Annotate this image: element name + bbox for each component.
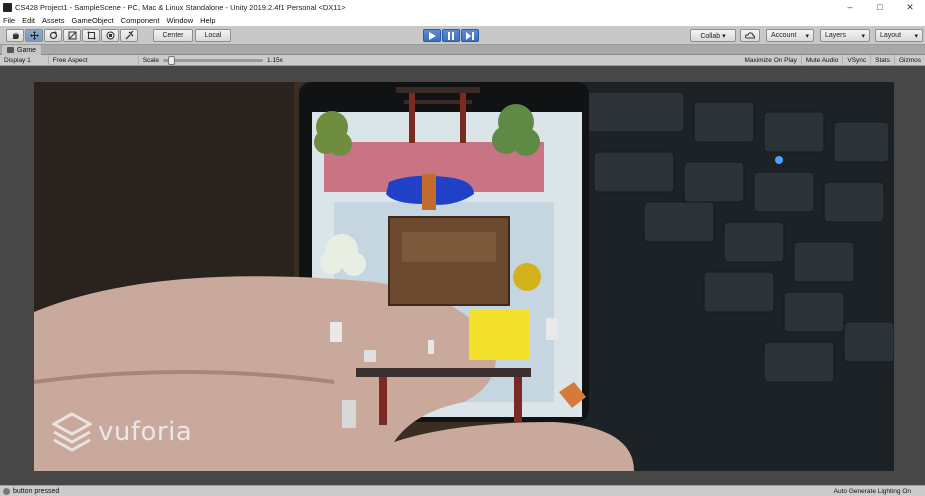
menu-window[interactable]: Window — [166, 16, 193, 25]
scale-slider-knob[interactable] — [167, 55, 175, 65]
stone-lantern-bottom — [342, 400, 356, 428]
keyboard-led — [775, 156, 783, 164]
tab-game[interactable]: Game — [2, 45, 42, 55]
vsync-label: VSync — [847, 56, 867, 64]
move-icon — [29, 31, 39, 40]
yellow-bird — [513, 263, 541, 291]
pause-button[interactable] — [442, 29, 460, 42]
cloud-icon — [745, 32, 755, 39]
layout-dropdown[interactable]: Layout ▾ — [875, 29, 923, 42]
space-label: Local — [204, 32, 222, 39]
stats-toggle[interactable]: Stats — [871, 54, 895, 66]
account-label: Account — [771, 32, 797, 39]
game-tab-bar: Game — [0, 45, 925, 55]
close-button[interactable]: ✕ — [895, 0, 925, 14]
window-titlebar: CS428 Project1 - SampleScene - PC, Mac &… — [0, 0, 925, 14]
main-toolbar: Center Local Collab ▾ Account ▾ Layers ▾… — [0, 26, 925, 45]
platform-detail — [402, 232, 496, 262]
rect-tool-icon — [87, 31, 95, 40]
vuforia-logo-icon — [52, 412, 92, 452]
transform-tool-button[interactable] — [101, 29, 119, 42]
layers-dropdown[interactable]: Layers ▾ — [820, 29, 870, 42]
cloud-button[interactable] — [740, 29, 760, 42]
menu-component[interactable]: Component — [121, 16, 160, 25]
step-button[interactable] — [461, 29, 479, 42]
layers-label: Layers — [825, 32, 847, 39]
chevron-down-icon: ▾ — [805, 32, 809, 40]
tab-game-label: Game — [17, 46, 37, 54]
window-title: CS428 Project1 - SampleScene - PC, Mac &… — [15, 2, 346, 12]
step-icon — [466, 31, 474, 40]
aspect-label: Free Aspect — [52, 56, 88, 64]
ar-camera-feed[interactable]: vuforia — [34, 82, 894, 471]
unity-logo-icon — [3, 2, 12, 12]
scale-value: 1.15x — [266, 56, 283, 64]
rotate-tool-button[interactable] — [44, 29, 62, 42]
chevron-down-icon: ▾ — [914, 32, 918, 40]
bridge — [422, 174, 436, 210]
menu-bar: File Edit Assets GameObject Component Wi… — [0, 14, 925, 26]
vsync-toggle[interactable]: VSync — [843, 54, 872, 66]
hand-tool-button[interactable] — [6, 29, 24, 42]
layout-label: Layout — [880, 32, 902, 39]
menu-file[interactable]: File — [3, 16, 15, 25]
display-dropdown[interactable]: Display 1 — [0, 54, 49, 66]
play-button[interactable] — [423, 29, 441, 42]
chevron-down-icon: ▾ — [861, 32, 865, 40]
status-bar: button pressed Auto Generate Lighting On — [0, 485, 925, 496]
pivot-label: Center — [162, 32, 184, 39]
account-dropdown[interactable]: Account ▾ — [766, 29, 814, 42]
gamepad-icon — [7, 47, 14, 53]
mute-audio-toggle[interactable]: Mute Audio — [802, 54, 844, 66]
vuforia-watermark: vuforia — [52, 412, 192, 452]
gizmos-label: Gizmos — [898, 56, 921, 64]
wrench-icon — [125, 31, 133, 40]
small-shrine — [364, 350, 376, 362]
scale-label: Scale — [142, 56, 159, 64]
maximize-on-play-toggle[interactable]: Maximize On Play — [740, 54, 802, 66]
play-icon — [429, 31, 436, 40]
stone-lantern-left — [330, 322, 342, 342]
game-view: vuforia — [0, 66, 925, 485]
stone-lantern-right — [546, 318, 558, 340]
transform-icon — [106, 31, 114, 40]
maximize-on-play-label: Maximize On Play — [744, 56, 797, 64]
scale-icon — [68, 31, 76, 40]
aspect-dropdown[interactable]: Free Aspect — [49, 54, 139, 66]
gizmos-dropdown[interactable]: Gizmos — [895, 55, 925, 66]
collab-label: Collab ▾ — [700, 32, 726, 40]
display-label: Display 1 — [4, 56, 31, 64]
info-icon — [3, 487, 10, 495]
menu-gameobject[interactable]: GameObject — [72, 16, 114, 25]
move-tool-button[interactable] — [25, 29, 43, 42]
scale-tool-button[interactable] — [63, 29, 81, 42]
window-controls: – □ ✕ — [835, 0, 925, 14]
scale-control: Scale 1.15x — [139, 55, 741, 66]
maximize-button[interactable]: □ — [865, 0, 895, 14]
vuforia-wordmark: vuforia — [98, 417, 193, 447]
pivot-toggle-button[interactable]: Center — [153, 29, 193, 42]
figurine — [428, 340, 434, 354]
space-toggle-button[interactable]: Local — [195, 29, 231, 42]
menu-edit[interactable]: Edit — [22, 16, 35, 25]
custom-tool-button[interactable] — [120, 29, 138, 42]
collab-dropdown[interactable]: Collab ▾ — [690, 29, 736, 42]
game-view-options: Display 1 Free Aspect Scale 1.15x Maximi… — [0, 54, 925, 66]
scale-slider[interactable] — [162, 55, 263, 65]
mute-audio-label: Mute Audio — [805, 56, 839, 64]
pause-icon — [448, 31, 454, 40]
stats-label: Stats — [875, 56, 890, 64]
hand-icon — [12, 32, 19, 39]
menu-assets[interactable]: Assets — [42, 16, 65, 25]
menu-help[interactable]: Help — [200, 16, 215, 25]
status-message[interactable]: button pressed — [13, 488, 59, 495]
rotate-icon — [49, 31, 57, 40]
minimize-button[interactable]: – — [835, 0, 865, 14]
rect-tool-button[interactable] — [82, 29, 100, 42]
yellow-mat — [469, 310, 529, 360]
lighting-status: Auto Generate Lighting On — [833, 487, 911, 495]
